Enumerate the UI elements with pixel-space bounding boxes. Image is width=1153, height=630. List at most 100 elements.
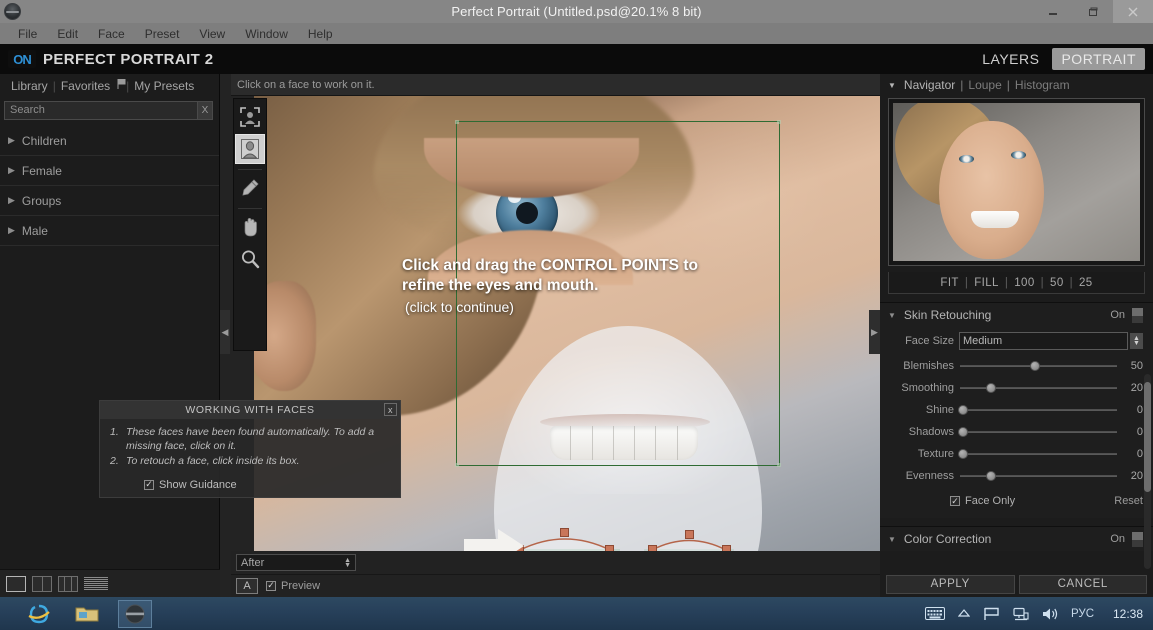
slider-track[interactable]: [960, 382, 1117, 394]
tab-layers[interactable]: LAYERS: [973, 48, 1048, 70]
retouch-brush-tool[interactable]: [235, 173, 265, 203]
sidebar-tab-my-presets[interactable]: My Presets: [129, 79, 199, 93]
chevron-down-icon[interactable]: ▼: [888, 535, 896, 544]
color-correction-header[interactable]: ▼ Color Correction On: [880, 527, 1153, 551]
preview-checkbox[interactable]: ✓ Preview: [266, 580, 320, 592]
menu-preset[interactable]: Preset: [135, 25, 190, 43]
slider-blemishes[interactable]: Blemishes 50: [888, 355, 1143, 377]
slider-shine[interactable]: Shine 0: [888, 399, 1143, 421]
search-clear-button[interactable]: X: [198, 100, 213, 120]
section-toggle-switch[interactable]: [1132, 307, 1143, 323]
sidebar-item-female[interactable]: ▶ Female: [0, 156, 219, 186]
checkbox-glyph: ✓: [144, 479, 154, 490]
show-guidance-checkbox[interactable]: ✓ Show Guidance: [144, 478, 392, 493]
chevron-updown-icon[interactable]: ▲ ▼: [1130, 333, 1143, 349]
guidance-overlay-text[interactable]: Click and drag the CONTROL POINTS to ref…: [402, 256, 802, 317]
control-points-left-eye[interactable]: [510, 526, 620, 551]
sidebar-tab-favorites[interactable]: Favorites: [56, 79, 115, 93]
keyboard-icon[interactable]: [924, 607, 945, 620]
compare-a-button[interactable]: A: [236, 577, 258, 594]
category-label: Children: [21, 133, 67, 148]
tab-portrait[interactable]: PORTRAIT: [1052, 48, 1145, 70]
zoom-25[interactable]: 25: [1079, 277, 1093, 289]
application-window: Perfect Portrait (Untitled.psd@20.1% 8 b…: [0, 0, 1153, 630]
taskbar-clock[interactable]: 12:38: [1107, 607, 1143, 621]
sidebar-item-male[interactable]: ▶ Male: [0, 216, 219, 246]
sidebar-item-groups[interactable]: ▶ Groups: [0, 186, 219, 216]
close-icon[interactable]: x: [384, 403, 397, 416]
maximize-button[interactable]: [1073, 0, 1113, 23]
histogram-tab[interactable]: Histogram: [1015, 78, 1070, 92]
perfect-portrait-icon[interactable]: [118, 599, 152, 628]
menu-face[interactable]: Face: [88, 25, 135, 43]
apply-button[interactable]: APPLY: [886, 574, 1015, 594]
view-mode-list[interactable]: [84, 576, 108, 592]
face-size-value: Medium: [963, 335, 1003, 347]
action-center-flag-icon[interactable]: [983, 607, 1000, 621]
zoom-tool[interactable]: [235, 244, 265, 274]
slider-track[interactable]: [958, 426, 1117, 438]
left-sidebar: Library | Favorites | My Presets Search …: [0, 74, 220, 597]
chevron-down-icon[interactable]: ▼: [888, 311, 896, 320]
menu-window[interactable]: Window: [235, 25, 298, 43]
navigator-header: ▼ Navigator | Loupe | Histogram: [880, 74, 1153, 96]
right-panel-scrollbar[interactable]: [1144, 374, 1151, 569]
language-indicator[interactable]: РУС: [1071, 608, 1094, 620]
slider-track[interactable]: [960, 360, 1117, 372]
checkbox-glyph[interactable]: ✓: [950, 496, 960, 506]
menu-file[interactable]: File: [8, 25, 47, 43]
windows-taskbar: РУС 12:38: [0, 597, 1153, 630]
zoom-fill[interactable]: FILL: [974, 277, 999, 289]
loupe-tab[interactable]: Loupe: [968, 78, 1001, 92]
cancel-button[interactable]: CANCEL: [1018, 574, 1147, 594]
control-points-right-eye[interactable]: [644, 529, 734, 551]
collapse-left-panel-handle[interactable]: ◀: [220, 310, 230, 354]
zoom-sep: |: [1004, 276, 1009, 289]
menu-help[interactable]: Help: [298, 25, 343, 43]
slider-texture[interactable]: Texture 0: [888, 443, 1143, 465]
overlay-line-2: refine the eyes and mouth.: [402, 276, 599, 294]
slider-label: Smoothing: [901, 382, 954, 394]
zoom-fit[interactable]: FIT: [940, 277, 958, 289]
slider-track[interactable]: [960, 470, 1117, 482]
internet-explorer-icon[interactable]: [22, 600, 56, 628]
sidebar-tab-library[interactable]: Library: [6, 79, 53, 93]
slider-track[interactable]: [958, 448, 1117, 460]
view-mode-three-up[interactable]: [58, 575, 78, 592]
minimize-button[interactable]: [1033, 0, 1073, 23]
slider-smoothing[interactable]: Smoothing 20: [888, 377, 1143, 399]
face-size-select[interactable]: Medium: [959, 332, 1128, 350]
close-button[interactable]: [1113, 0, 1153, 23]
navigator-thumbnail[interactable]: [888, 98, 1145, 266]
collapse-right-panel-handle[interactable]: ▶: [869, 310, 880, 354]
before-after-select[interactable]: After ▲ ▼: [236, 554, 356, 571]
slider-shadows[interactable]: Shadows 0: [888, 421, 1143, 443]
slider-value: 20: [1130, 382, 1143, 394]
section-toggle-switch[interactable]: [1132, 531, 1143, 547]
zoom-100[interactable]: 100: [1014, 277, 1034, 289]
hand-tool[interactable]: [235, 212, 265, 242]
skin-retouching-header[interactable]: ▼ Skin Retouching On: [880, 303, 1153, 327]
slider-label: Shine: [925, 404, 954, 416]
face-tool[interactable]: [235, 134, 265, 164]
volume-icon[interactable]: [1042, 607, 1058, 621]
slider-track[interactable]: [958, 404, 1117, 416]
network-icon[interactable]: [1013, 607, 1029, 621]
slider-value: 50: [1130, 360, 1143, 372]
reset-link[interactable]: Reset: [1114, 495, 1143, 507]
sidebar-item-children[interactable]: ▶ Children: [0, 126, 219, 156]
zoom-50[interactable]: 50: [1050, 277, 1064, 289]
menu-view[interactable]: View: [189, 25, 235, 43]
chevron-down-icon[interactable]: ▼: [888, 81, 896, 90]
view-mode-single[interactable]: [6, 575, 26, 592]
face-detect-tool[interactable]: [235, 102, 265, 132]
menu-edit[interactable]: Edit: [47, 25, 88, 43]
view-mode-two-up[interactable]: [32, 575, 52, 592]
search-input[interactable]: Search: [4, 100, 198, 120]
show-hidden-icons-arrow[interactable]: [957, 609, 970, 618]
overlay-line-3: (click to continue): [405, 298, 514, 315]
file-explorer-icon[interactable]: [70, 600, 104, 628]
list-number: 2.: [110, 455, 119, 468]
slider-evenness[interactable]: Evenness 20: [888, 465, 1143, 487]
navigator-tab[interactable]: Navigator: [904, 78, 955, 92]
